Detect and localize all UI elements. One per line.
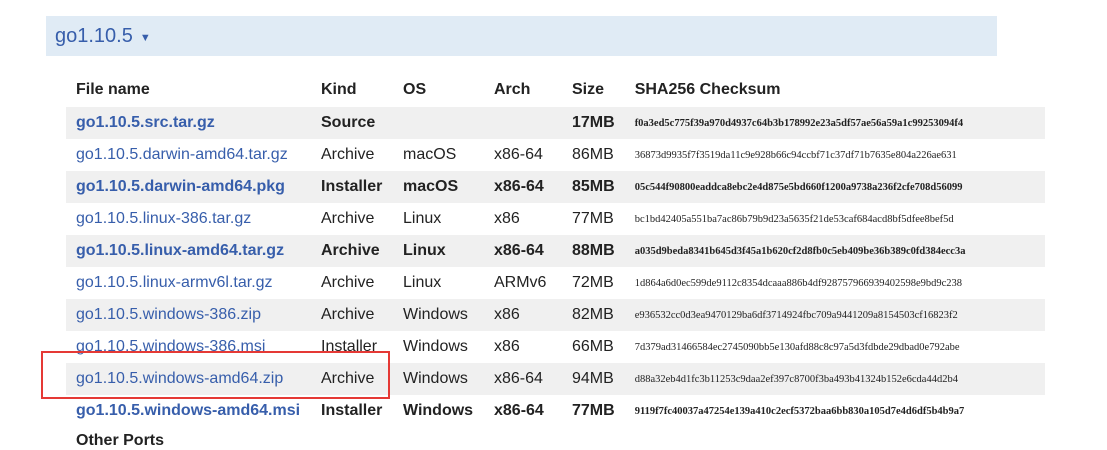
checksum-cell: 9119f7fc40037a47254e139a410c2ecf5372baa6… [634, 405, 965, 417]
download-link[interactable]: go1.10.5.linux-amd64.tar.gz [76, 242, 284, 259]
download-link[interactable]: go1.10.5.darwin-amd64.tar.gz [76, 146, 288, 163]
table-row: go1.10.5.darwin-amd64.tar.gz Archive macOS… [66, 139, 1045, 171]
release-title[interactable]: go1.10.5 [55, 25, 133, 48]
file-name-cell: go1.10.5.darwin-amd64.pkg [66, 171, 311, 203]
header-os: OS [403, 81, 427, 98]
arch-cell: x86-64 [484, 363, 562, 395]
size-cell: 88MB [562, 235, 625, 267]
download-link[interactable]: go1.10.5.darwin-amd64.pkg [76, 178, 285, 195]
table-row: go1.10.5.linux-armv6l.tar.gz Archive Linux… [66, 267, 1045, 299]
checksum-cell: 1d864a6d0ec599de9112c8354dcaaa886b4df928… [634, 277, 963, 289]
os-cell: Windows [403, 338, 468, 355]
arch-cell: x86-64 [484, 235, 562, 267]
header-kind: Kind [321, 81, 357, 98]
arch-cell: x86 [494, 338, 520, 355]
os-cell: Linux [393, 235, 484, 267]
kind-cell: Installer [311, 171, 393, 203]
checksum-cell: e936532cc0d3ea9470129ba6df3714924fbc709a… [624, 299, 1045, 331]
table-row: go1.10.5.windows-amd64.zip Archive Windows… [66, 363, 1045, 395]
file-name-cell: go1.10.5.linux-armv6l.tar.gz [66, 267, 311, 299]
checksum-cell: bc1bd42405a551ba7ac86b79b9d23a5635f21de5… [634, 213, 954, 225]
table-row: go1.10.5.windows-386.msi Installer Windows… [66, 331, 1045, 363]
downloads-table: File name Kind OS Arch Size SHA256 Check… [66, 73, 1045, 427]
download-link[interactable]: go1.10.5.linux-armv6l.tar.gz [76, 274, 273, 291]
checksum-cell: 36873d9935f7f3519da11c9e928b66c94ccbf71c… [634, 149, 957, 161]
checksum-cell: 7d379ad31466584ec2745090bb5e130afd88c8c9… [634, 341, 960, 353]
table-row: go1.10.5.src.tar.gz Source 17MB f0a3ed5c775… [66, 107, 1045, 139]
size-cell: 86MB [572, 146, 614, 163]
arch-cell: x86 [484, 299, 562, 331]
os-cell: Windows [393, 299, 484, 331]
checksum-cell: d88a32eb4d1fc3b11253c9daa2ef397c8700f3ba… [624, 363, 1045, 395]
arch-cell: x86-64 [484, 171, 562, 203]
arch-cell: ARMv6 [494, 274, 547, 291]
os-cell: Linux [403, 210, 442, 227]
file-name-cell: go1.10.5.windows-386.msi [66, 331, 311, 363]
file-name-cell: go1.10.5.src.tar.gz [66, 107, 311, 139]
size-cell: 77MB [572, 210, 614, 227]
kind-cell: Archive [321, 274, 375, 291]
size-cell: 72MB [572, 274, 614, 291]
table-row: go1.10.5.darwin-amd64.pkg Installer macOS x… [66, 171, 1045, 203]
header-checksum: SHA256 Checksum [634, 81, 781, 98]
file-name-cell: go1.10.5.darwin-amd64.tar.gz [66, 139, 311, 171]
size-cell: 66MB [572, 338, 614, 355]
download-link[interactable]: go1.10.5.windows-amd64.zip [76, 370, 283, 387]
arch-cell: x86-64 [494, 146, 543, 163]
size-cell: 82MB [562, 299, 625, 331]
file-name-cell: go1.10.5.linux-386.tar.gz [66, 203, 311, 235]
download-link[interactable]: go1.10.5.windows-386.msi [76, 338, 265, 355]
table-row: go1.10.5.windows-amd64.msi Installer Windo… [66, 395, 1045, 427]
download-link[interactable]: go1.10.5.src.tar.gz [76, 114, 215, 131]
file-name-cell: go1.10.5.windows-amd64.zip [66, 363, 311, 395]
size-cell: 85MB [562, 171, 625, 203]
release-toggle[interactable]: go1.10.5 ▼ [46, 16, 997, 56]
kind-cell: Archive [311, 299, 393, 331]
checksum-cell: a035d9beda8341b645d3f45a1b620cf2d8fb0c5e… [624, 235, 1045, 267]
table-row: go1.10.5.windows-386.zip Archive Windows x8… [66, 299, 1045, 331]
size-cell: 17MB [562, 107, 625, 139]
checksum-cell: 05c544f90800eaddca8ebc2e4d875e5bd660f120… [624, 171, 1045, 203]
checksum-cell: f0a3ed5c775f39a970d4937c64b3b178992e23a5… [624, 107, 1045, 139]
kind-cell: Archive [321, 210, 375, 227]
other-ports-heading: Other Ports [76, 432, 165, 449]
kind-cell: Archive [311, 363, 393, 395]
os-cell: macOS [393, 171, 484, 203]
kind-cell: Installer [321, 338, 378, 355]
kind-cell: Archive [321, 146, 375, 163]
header-size: Size [572, 81, 605, 98]
header-file-name: File name [76, 81, 150, 98]
os-cell: macOS [403, 146, 457, 163]
kind-cell: Installer [321, 402, 383, 419]
os-cell: Linux [403, 274, 442, 291]
download-link[interactable]: go1.10.5.windows-amd64.msi [76, 402, 300, 419]
table-row: go1.10.5.linux-386.tar.gz Archive Linux x86… [66, 203, 1045, 235]
download-link[interactable]: go1.10.5.linux-386.tar.gz [76, 210, 251, 227]
chevron-down-icon[interactable]: ▼ [140, 32, 151, 44]
table-row: go1.10.5.linux-amd64.tar.gz Archive Linux x… [66, 235, 1045, 267]
arch-cell: x86 [494, 210, 520, 227]
os-cell: Windows [393, 363, 484, 395]
download-link[interactable]: go1.10.5.windows-386.zip [76, 306, 261, 323]
file-name-cell: go1.10.5.windows-386.zip [66, 299, 311, 331]
file-name-cell: go1.10.5.linux-amd64.tar.gz [66, 235, 311, 267]
os-cell: Windows [403, 402, 474, 419]
header-arch: Arch [494, 81, 531, 98]
arch-cell: x86-64 [494, 402, 544, 419]
arch-cell [484, 107, 562, 139]
size-cell: 94MB [562, 363, 625, 395]
kind-cell: Archive [311, 235, 393, 267]
table-header-row: File name Kind OS Arch Size SHA256 Check… [66, 73, 1045, 107]
kind-cell: Source [311, 107, 393, 139]
file-name-cell: go1.10.5.windows-amd64.msi [66, 395, 311, 427]
os-cell [393, 107, 484, 139]
size-cell: 77MB [572, 402, 615, 419]
